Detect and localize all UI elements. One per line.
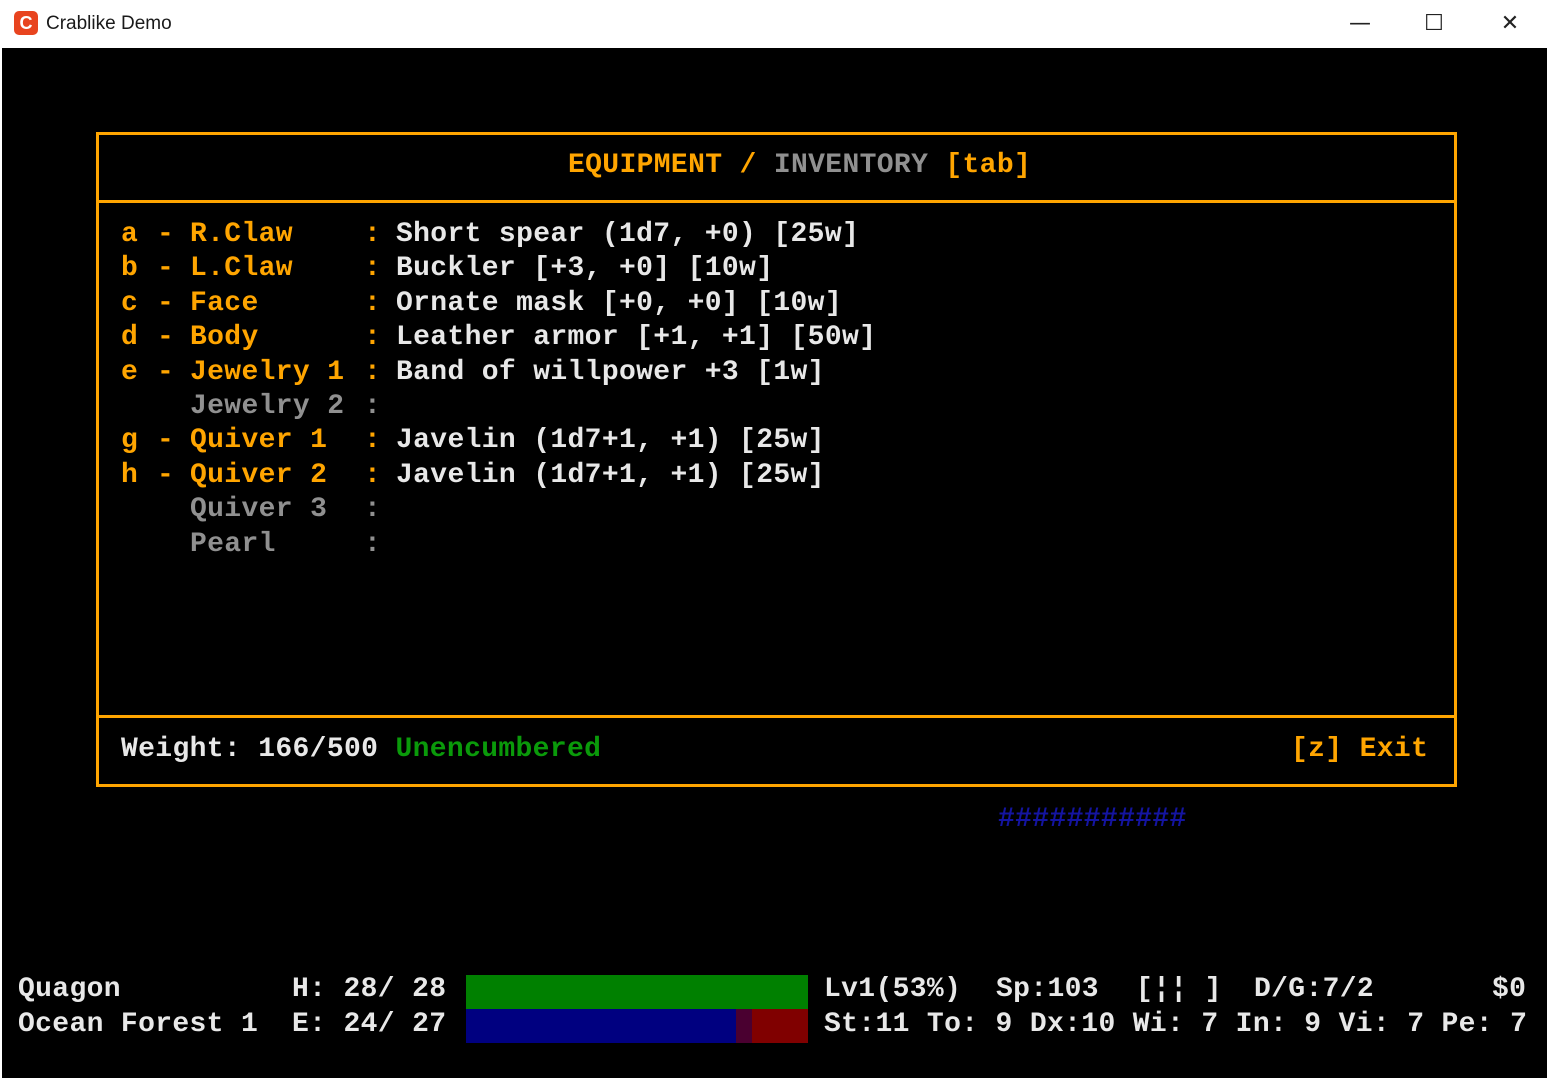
maximize-button[interactable]: ☐ xyxy=(1414,8,1454,40)
money: $0 xyxy=(1492,973,1526,1007)
slot-key[interactable]: b xyxy=(121,252,138,286)
tab-equipment[interactable]: EQUIPMENT xyxy=(568,150,722,181)
slot-colon: : xyxy=(364,321,381,355)
slot-item[interactable]: Javelin (1d7+1, +1) [25w] xyxy=(396,459,825,493)
minimize-button[interactable]: — xyxy=(1340,8,1380,40)
game-screen: EQUIPMENT / INVENTORY [tab] a-R.Claw:Sho… xyxy=(2,48,1547,1078)
exit-button[interactable]: [z] Exit xyxy=(1291,733,1428,767)
slot-dash: - xyxy=(157,218,174,252)
app-icon: C xyxy=(14,11,38,35)
slot-dash: - xyxy=(157,424,174,458)
slot-item[interactable]: Short spear (1d7, +0) [25w] xyxy=(396,218,859,252)
slot-colon: : xyxy=(364,424,381,458)
slot-item[interactable]: Band of willpower +3 [1w] xyxy=(396,356,825,390)
slot-name[interactable]: Quiver 3 xyxy=(190,493,327,527)
slot-item[interactable]: Javelin (1d7+1, +1) [25w] xyxy=(396,424,825,458)
weight-status: Weight: 166/500 Unencumbered xyxy=(121,733,601,767)
title-separator: / xyxy=(740,150,757,181)
slot-dash: - xyxy=(157,321,174,355)
slot-key[interactable]: a xyxy=(121,218,138,252)
close-button[interactable]: ✕ xyxy=(1490,8,1530,40)
slot-key[interactable]: c xyxy=(121,287,138,321)
slot-name[interactable]: Pearl xyxy=(190,528,276,562)
slot-item[interactable]: Ornate mask [+0, +0] [10w] xyxy=(396,287,842,321)
slot-colon: : xyxy=(364,252,381,286)
slot-name[interactable]: Quiver 1 xyxy=(190,424,327,458)
energy-bar-fill xyxy=(466,1009,736,1043)
quick-slots: [¦¦ ] xyxy=(1136,973,1222,1007)
location-name: Ocean Forest 1 xyxy=(18,1008,258,1042)
slot-dash: - xyxy=(157,459,174,493)
slot-name[interactable]: Face xyxy=(190,287,259,321)
hp-label: H: 28/ 28 xyxy=(292,973,446,1007)
slot-key[interactable]: g xyxy=(121,424,138,458)
slot-colon: : xyxy=(364,287,381,321)
slot-name[interactable]: Quiver 2 xyxy=(190,459,327,493)
energy-bar-regen xyxy=(736,1009,752,1043)
slot-colon: : xyxy=(364,528,381,562)
weight-label: Weight: 166/500 xyxy=(121,734,378,765)
slot-name[interactable]: Body xyxy=(190,321,259,355)
title-bar: C Crablike Demo — ☐ ✕ xyxy=(0,0,1549,48)
slot-colon: : xyxy=(364,356,381,390)
slot-colon: : xyxy=(364,459,381,493)
window-title: Crablike Demo xyxy=(46,13,172,35)
speed: Sp:103 xyxy=(996,973,1099,1007)
slot-dash: - xyxy=(157,252,174,286)
hp-bar xyxy=(466,975,808,1009)
slot-dash: - xyxy=(157,356,174,390)
slot-name[interactable]: L.Claw xyxy=(190,252,293,286)
map-walls: ########### xyxy=(998,803,1187,837)
level: Lv1(53%) xyxy=(824,973,961,1007)
slot-key[interactable]: d xyxy=(121,321,138,355)
panel-title: EQUIPMENT / INVENTORY [tab] xyxy=(568,149,1031,183)
encumbrance-status: Unencumbered xyxy=(395,734,601,765)
slot-key[interactable]: h xyxy=(121,459,138,493)
slot-name[interactable]: R.Claw xyxy=(190,218,293,252)
attributes: St:11 To: 9 Dx:10 Wi: 7 In: 9 Vi: 7 Pe: … xyxy=(824,1008,1527,1042)
divider xyxy=(96,200,1454,203)
depth-gold: D/G:7/2 xyxy=(1254,973,1374,1007)
slot-item[interactable]: Buckler [+3, +0] [10w] xyxy=(396,252,773,286)
slot-colon: : xyxy=(364,493,381,527)
divider xyxy=(96,715,1454,718)
character-name: Quagon xyxy=(18,973,121,1007)
slot-name[interactable]: Jewelry 1 xyxy=(190,356,344,390)
energy-bar xyxy=(466,1009,808,1043)
energy-label: E: 24/ 27 xyxy=(292,1008,446,1042)
tab-inventory[interactable]: INVENTORY xyxy=(774,150,928,181)
slot-colon: : xyxy=(364,390,381,424)
slot-colon: : xyxy=(364,218,381,252)
tab-hint: [tab] xyxy=(945,150,1031,181)
slot-key[interactable]: e xyxy=(121,356,138,390)
slot-name[interactable]: Jewelry 2 xyxy=(190,390,344,424)
slot-item[interactable]: Leather armor [+1, +1] [50w] xyxy=(396,321,876,355)
slot-dash: - xyxy=(157,287,174,321)
